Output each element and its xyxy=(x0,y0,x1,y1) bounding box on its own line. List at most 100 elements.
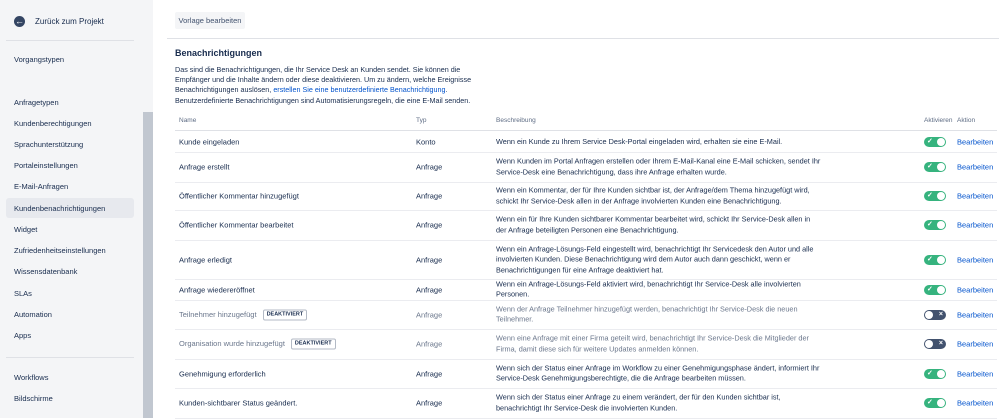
cross-icon: × xyxy=(938,310,943,318)
notification-name-text: Öffentlicher Kommentar hinzugefügt xyxy=(179,191,299,201)
column-header-type: Typ xyxy=(416,117,427,124)
check-icon: ✓ xyxy=(927,137,933,145)
check-icon: ✓ xyxy=(927,285,933,293)
enable-toggle[interactable]: ✓ xyxy=(924,162,946,172)
cross-icon: × xyxy=(938,340,943,347)
notification-description: Wenn ein Anfrage-Lösungs-Feld aktiviert … xyxy=(496,279,801,299)
check-icon: ✓ xyxy=(927,369,933,377)
table-row: Anfrage wiedereröffnet Anfrage Wenn ein An… xyxy=(175,279,997,301)
column-header-description: Beschreibung xyxy=(496,117,536,124)
notification-name-text: Organisation wurde hinzugefügt xyxy=(179,338,285,348)
sidebar-item[interactable]: Portaleinstellungen xyxy=(14,161,78,170)
notification-type: Anfrage xyxy=(416,369,443,378)
edit-link[interactable]: Bearbeiten xyxy=(957,255,993,264)
notification-type: Anfrage xyxy=(416,310,443,319)
notification-description: Wenn sich der Status einer Anfrage im Wo… xyxy=(496,363,820,383)
check-icon: ✓ xyxy=(927,192,933,199)
toggle-knob xyxy=(937,255,945,264)
check-icon: ✓ xyxy=(927,399,933,406)
notification-description: Wenn eine Anfrage mit einer Firma geteil… xyxy=(496,333,809,354)
notification-type: Anfrage xyxy=(416,191,443,201)
column-header-action: Aktion xyxy=(957,117,976,124)
toggle-knob xyxy=(937,285,945,294)
edit-link[interactable]: Bearbeiten xyxy=(957,340,993,349)
sidebar-scrollbar[interactable] xyxy=(143,112,153,418)
table-row: Öffentlicher Kommentar hinzugefügt Anfrag… xyxy=(175,182,997,211)
column-header-active: Aktivieren xyxy=(924,117,953,124)
notification-type: Anfrage xyxy=(416,162,443,172)
notification-description: Wenn der Anfrage Teilnehmer hinzugefügt … xyxy=(496,304,798,324)
back-to-project-button[interactable]: ← Zurück zum Projekt xyxy=(14,16,104,27)
status-badge: DEAKTIVIERT xyxy=(262,309,308,320)
sidebar-item[interactable]: Zufriedenheitseinstellungen xyxy=(14,246,106,255)
enable-toggle[interactable]: × xyxy=(924,309,946,320)
sidebar-item[interactable]: Vorgangstypen xyxy=(14,55,64,64)
sidebar-item[interactable]: SLAs xyxy=(14,289,32,298)
sidebar-item[interactable]: Widget xyxy=(14,225,37,234)
edit-link[interactable]: Bearbeiten xyxy=(957,310,993,319)
notification-description: Wenn ein für Ihre Kunden sichtbarer Komm… xyxy=(496,214,811,235)
main-content: Vorlage bearbeiten Benachrichtigungen Da… xyxy=(153,0,999,419)
edit-link[interactable]: Bearbeiten xyxy=(957,137,993,146)
table-row: Organisation wurde hinzugefügt DEAKTIVIER… xyxy=(175,329,997,360)
edit-template-button[interactable]: Vorlage bearbeiten xyxy=(175,12,245,29)
toggle-knob xyxy=(937,221,945,229)
table-row: Öffentlicher Kommentar bearbeitet Anfrage… xyxy=(175,210,997,241)
sidebar-item[interactable]: E-Mail-Anfragen xyxy=(14,182,68,191)
notification-name: Kunde eingeladen xyxy=(179,137,239,146)
arrow-left-icon: ← xyxy=(14,16,25,27)
sidebar-divider xyxy=(6,40,134,41)
enable-toggle[interactable]: ✓ xyxy=(924,284,946,295)
enable-toggle[interactable]: ✓ xyxy=(924,398,946,408)
sidebar-item[interactable]: Automation xyxy=(14,310,52,319)
edit-link[interactable]: Bearbeiten xyxy=(957,221,993,230)
page-title: Benachrichtigungen xyxy=(175,48,263,58)
sidebar-item[interactable]: Apps xyxy=(14,331,31,340)
sidebar-item[interactable]: Kundenbenachrichtigungen xyxy=(14,204,105,213)
notification-type: Anfrage xyxy=(416,398,443,408)
sidebar-item[interactable]: Workflows xyxy=(14,373,48,382)
notification-name: Genehmigung erforderlich xyxy=(179,369,266,378)
notification-type: Anfrage xyxy=(416,255,443,264)
sidebar-item[interactable]: Bildschirme xyxy=(14,394,53,403)
toggle-knob xyxy=(937,369,945,378)
sidebar-item[interactable]: Anfragetypen xyxy=(14,98,59,107)
enable-toggle[interactable]: ✓ xyxy=(924,368,946,379)
toggle-knob xyxy=(937,399,945,407)
sidebar-item[interactable]: Kundenberechtigungen xyxy=(14,119,92,128)
notification-description: Wenn ein Anfrage-Lösungs-Feld eingestell… xyxy=(496,243,814,274)
sidebar-item[interactable]: Wissensdatenbank xyxy=(14,267,77,276)
sidebar-item[interactable]: Sprachunterstützung xyxy=(14,140,83,149)
edit-link[interactable]: Bearbeiten xyxy=(957,192,993,201)
enable-toggle[interactable]: × xyxy=(924,339,946,349)
edit-link[interactable]: Bearbeiten xyxy=(957,399,993,408)
notification-type: Konto xyxy=(416,137,436,146)
intro-text: Das sind die Benachrichtigungen, die Ihr… xyxy=(175,65,485,106)
edit-link[interactable]: Bearbeiten xyxy=(957,369,993,378)
notification-name: Anfrage erstellt xyxy=(179,163,229,172)
notification-name: Kunden-sichtbarer Status geändert. xyxy=(179,399,297,408)
check-icon: ✓ xyxy=(927,163,933,170)
check-icon: ✓ xyxy=(927,221,933,228)
edit-link[interactable]: Bearbeiten xyxy=(957,285,993,294)
table-row: Genehmigung erforderlich Anfrage Wenn sich… xyxy=(175,359,997,389)
enable-toggle[interactable]: ✓ xyxy=(924,136,946,147)
enable-toggle[interactable]: ✓ xyxy=(924,254,946,265)
toggle-knob xyxy=(925,310,933,319)
toggle-knob xyxy=(937,163,945,171)
notification-type: Anfrage xyxy=(416,339,443,349)
notification-name: Anfrage wiedereröffnet xyxy=(179,285,255,294)
table-row: Anfrage erledigt Anfrage Wenn ein Anfrage-… xyxy=(175,240,997,280)
section-divider xyxy=(167,38,999,39)
notification-name: Anfrage erledigt xyxy=(179,255,232,264)
toggle-knob xyxy=(937,137,945,146)
enable-toggle[interactable]: ✓ xyxy=(924,191,946,201)
notification-name: Öffentlicher Kommentar hinzugefügt xyxy=(179,192,299,201)
enable-toggle[interactable]: ✓ xyxy=(924,220,946,230)
notification-name-text: Anfrage wiedereröffnet xyxy=(179,285,255,294)
notification-name-text: Kunde eingeladen xyxy=(179,137,240,146)
table-row: Anfrage erstellt Anfrage Wenn Kunden im Po… xyxy=(175,152,997,183)
edit-link[interactable]: Bearbeiten xyxy=(957,163,993,172)
notification-name: Öffentlicher Kommentar bearbeitet xyxy=(179,221,294,230)
custom-notification-link[interactable]: erstellen Sie eine benutzerdefinierte Be… xyxy=(273,85,445,94)
